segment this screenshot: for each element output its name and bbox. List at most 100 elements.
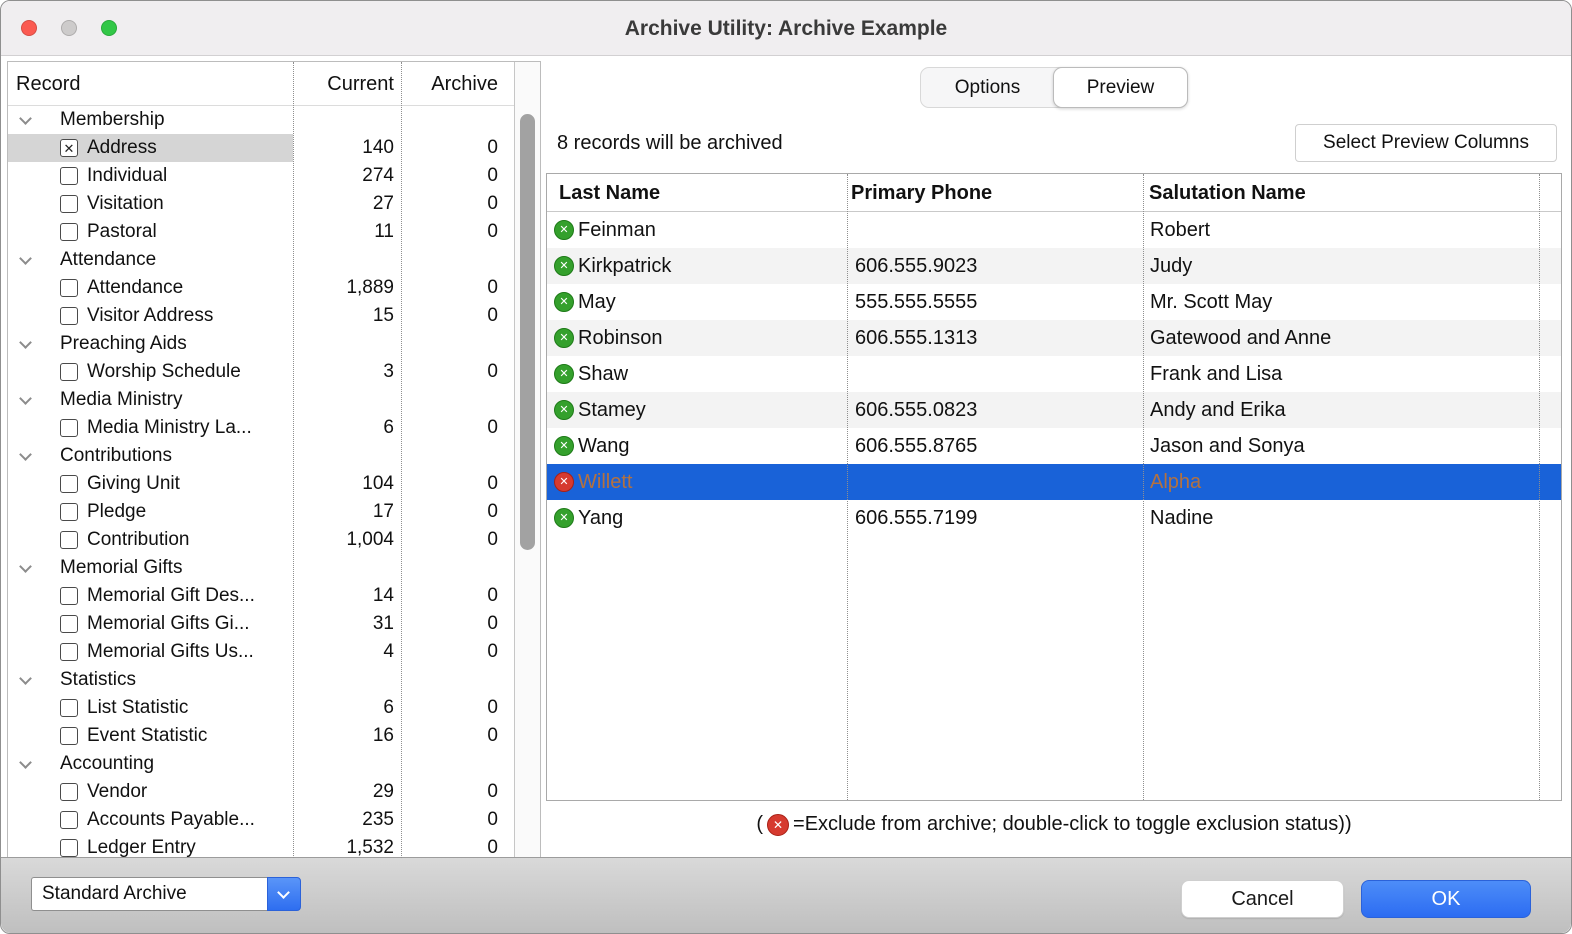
archive-count [402,750,498,778]
chevron-down-icon[interactable] [18,392,34,408]
tab-preview[interactable]: Preview [1053,67,1188,108]
chevron-down-icon[interactable] [18,336,34,352]
scrollbar-thumb[interactable] [520,114,535,550]
tree-item-row[interactable]: Visitation 27 0 [8,190,514,218]
tree-item-row[interactable]: Media Ministry La... 6 0 [8,414,514,442]
checkbox[interactable] [60,475,78,493]
checkbox[interactable] [60,643,78,661]
tree-group-row[interactable]: Memorial Gifts [8,554,514,582]
tree-item-row[interactable]: Memorial Gifts Gi... 31 0 [8,610,514,638]
checkbox[interactable] [60,307,78,325]
tree-group-row[interactable]: Statistics [8,666,514,694]
tree-group-row[interactable]: Membership [8,106,514,134]
checkbox[interactable] [60,279,78,297]
exclude-toggle-icon[interactable] [554,292,574,312]
tree-group-row[interactable]: Media Ministry [8,386,514,414]
tree-item-row[interactable]: Individual 274 0 [8,162,514,190]
checkbox[interactable] [60,587,78,605]
tree-item-row[interactable]: List Statistic 6 0 [8,694,514,722]
checkbox[interactable] [60,139,78,157]
group-label: Accounting [60,753,155,774]
exclude-toggle-icon[interactable] [554,508,574,528]
checkbox[interactable] [60,503,78,521]
tree-group-row[interactable]: Preaching Aids [8,330,514,358]
group-label: Contributions [60,445,172,466]
cancel-button[interactable]: Cancel [1181,880,1344,918]
exclude-toggle-icon[interactable] [554,436,574,456]
exclude-toggle-icon[interactable] [554,400,574,420]
salutation-name-cell: Andy and Erika [1150,398,1286,421]
tree-group-row[interactable]: Contributions [8,442,514,470]
exclude-toggle-icon[interactable] [554,256,574,276]
tree-item-row[interactable]: Visitor Address 15 0 [8,302,514,330]
select-preview-columns-button[interactable]: Select Preview Columns [1295,124,1557,162]
chevron-down-icon[interactable] [18,672,34,688]
last-name-cell: Kirkpatrick [578,254,672,277]
chevron-down-icon[interactable] [18,560,34,576]
table-row[interactable]: May 555.555.5555 Mr. Scott May [547,284,1561,320]
table-row[interactable]: Robinson 606.555.1313 Gatewood and Anne [547,320,1561,356]
current-count: 11 [374,221,394,242]
tree-item-row[interactable]: Memorial Gifts Us... 4 0 [8,638,514,666]
tree-item-row[interactable]: Vendor 29 0 [8,778,514,806]
table-row[interactable]: Kirkpatrick 606.555.9023 Judy [547,248,1561,284]
record-label: Pledge [87,501,147,522]
record-label: Accounts Payable... [87,809,255,830]
checkbox[interactable] [60,699,78,717]
exclude-toggle-icon[interactable] [554,364,574,384]
tab-options[interactable]: Options [921,68,1054,107]
tree-item-row[interactable]: Giving Unit 104 0 [8,470,514,498]
tree-item-row[interactable]: Pledge 17 0 [8,498,514,526]
checkbox[interactable] [60,531,78,549]
current-count: 4 [383,641,394,662]
archive-count [402,386,498,414]
legend-prefix: ( [756,813,764,835]
archive-type-combobox[interactable]: Standard Archive [31,877,301,911]
current-count [294,386,394,414]
tree-item-row[interactable]: Ledger Entry 1,532 0 [8,834,514,858]
table-row[interactable]: Shaw Frank and Lisa [547,356,1561,392]
checkbox[interactable] [60,783,78,801]
tree-item-row[interactable]: Address 140 0 [8,134,514,162]
current-count: 1,004 [346,529,394,550]
exclude-toggle-icon[interactable] [554,328,574,348]
last-name-cell: Willett [578,470,633,493]
ok-button[interactable]: OK [1361,880,1531,918]
archive-type-value[interactable]: Standard Archive [31,877,267,911]
chevron-down-icon[interactable] [18,756,34,772]
current-count: 235 [362,809,394,830]
record-tree-scrollbar[interactable] [514,62,540,858]
checkbox[interactable] [60,167,78,185]
checkbox[interactable] [60,419,78,437]
checkbox[interactable] [60,727,78,745]
checkbox[interactable] [60,195,78,213]
table-row[interactable]: Willett Alpha [547,464,1561,500]
tree-group-row[interactable]: Accounting [8,750,514,778]
checkbox[interactable] [60,811,78,829]
record-label: Visitor Address [87,305,214,326]
table-row[interactable]: Feinman Robert [547,212,1561,248]
tree-item-row[interactable]: Accounts Payable... 235 0 [8,806,514,834]
combo-dropdown-button[interactable] [267,877,301,911]
chevron-down-icon[interactable] [18,252,34,268]
table-row[interactable]: Wang 606.555.8765 Jason and Sonya [547,428,1561,464]
table-row[interactable]: Yang 606.555.7199 Nadine [547,500,1561,536]
exclude-toggle-icon[interactable] [554,472,574,492]
exclude-toggle-icon[interactable] [554,220,574,240]
checkbox[interactable] [60,839,78,857]
archive-count: 0 [487,417,498,438]
checkbox[interactable] [60,615,78,633]
chevron-down-icon[interactable] [18,448,34,464]
table-row[interactable]: Stamey 606.555.0823 Andy and Erika [547,392,1561,428]
checkbox[interactable] [60,223,78,241]
tree-item-row[interactable]: Contribution 1,004 0 [8,526,514,554]
tree-item-row[interactable]: Memorial Gift Des... 14 0 [8,582,514,610]
tree-item-row[interactable]: Pastoral 11 0 [8,218,514,246]
record-label: Visitation [87,193,164,214]
tree-item-row[interactable]: Worship Schedule 3 0 [8,358,514,386]
checkbox[interactable] [60,363,78,381]
tree-group-row[interactable]: Attendance [8,246,514,274]
tree-item-row[interactable]: Event Statistic 16 0 [8,722,514,750]
chevron-down-icon[interactable] [18,112,34,128]
tree-item-row[interactable]: Attendance 1,889 0 [8,274,514,302]
